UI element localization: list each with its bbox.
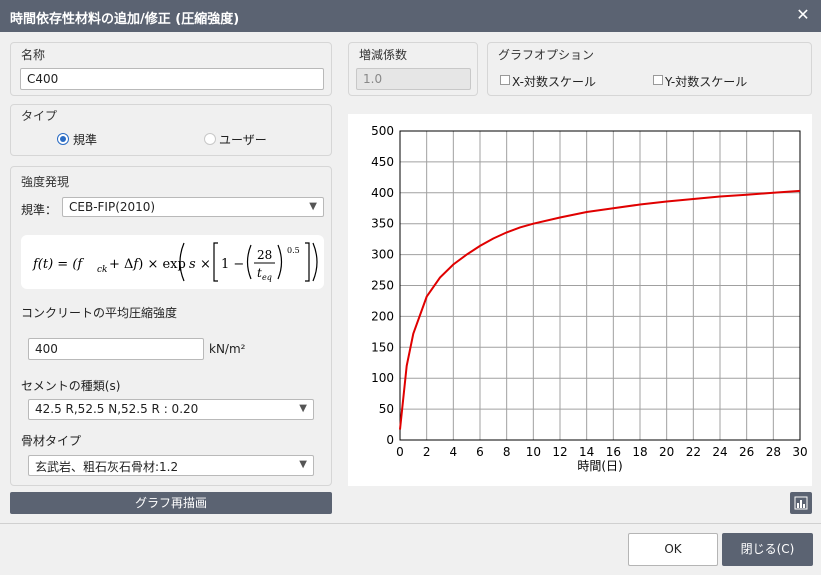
title-bar: 時間依存性材料の追加/修正 (圧縮強度) ✕ [0,0,821,32]
factor-input[interactable]: 1.0 [356,68,471,90]
x-tick-label: 30 [792,445,807,459]
svg-text:ck: ck [97,265,108,275]
strength-group: 強度発現 規準： CEB-FIP(2010) ▼ f(t) = (f ck + … [10,166,332,486]
divider [0,523,821,524]
x-tick-label: 16 [606,445,621,459]
radio-user[interactable] [204,133,216,145]
aggregate-select-value: 玄武岩、粗石灰石骨材:1.2 [35,460,179,474]
aggregate-select[interactable]: 玄武岩、粗石灰石骨材:1.2 ▼ [28,455,314,476]
y-log-label: Y-対数スケール [665,75,748,89]
x-tick-label: 12 [552,445,567,459]
strength-chart: 0 2 4 6 8 10 12 14 16 18 20 22 24 26 28 300501001502002… [371,124,808,473]
cement-select-value: 42.5 R,52.5 N,52.5 R : 0.20 [35,402,199,416]
x-tick-label: 22 [686,445,701,459]
x-axis-label: 時間(日) [577,459,622,473]
graph-options-label: グラフオプション [498,48,595,62]
svg-text:1 −: 1 − [221,257,244,272]
x-tick-label: 8 [503,445,511,459]
cement-select[interactable]: 42.5 R,52.5 N,52.5 R : 0.20 ▼ [28,399,314,420]
unit-label: kN/m² [209,342,246,356]
y-tick-label: 250 [371,279,394,293]
formula-image: f(t) = (f ck + Δf) × exp s × 1 − 28 t eq… [21,235,324,289]
svg-text:28: 28 [257,248,272,262]
formula-svg: f(t) = (f ck + Δf) × exp s × 1 − 28 t eq… [32,242,318,282]
mean-strength-label: コンクリートの平均圧縮強度 [21,306,178,320]
graph-options-group: グラフオプション X-対数スケール Y-対数スケール [487,42,812,96]
name-group: 名称 C400 [10,42,332,96]
type-group: タイプ 規準 ユーザー [10,104,332,156]
x-log-checkbox[interactable] [500,75,510,85]
chart-view-button[interactable] [790,492,812,514]
radio-standard-label: 規準 [73,133,98,147]
x-tick-label: 0 [396,445,404,459]
y-tick-label: 350 [371,217,394,231]
standard-select-value: CEB-FIP(2010) [69,200,156,214]
window-title: 時間依存性材料の追加/修正 (圧縮強度) [10,12,240,27]
y-tick-label: 500 [371,124,394,138]
svg-text:+ Δf) × exp: + Δf) × exp [109,257,186,272]
close-button[interactable]: 閉じる(C) [722,533,813,566]
y-tick-label: 50 [379,402,394,416]
x-tick-label: 6 [476,445,484,459]
strength-label: 強度発現 [21,175,70,189]
svg-text:0.5: 0.5 [287,246,300,255]
x-tick-label: 24 [712,445,727,459]
x-tick-label: 2 [423,445,431,459]
y-tick-label: 300 [371,248,394,262]
ok-button[interactable]: OK [628,533,718,566]
cement-label: セメントの種類(s) [21,379,121,393]
y-tick-label: 450 [371,155,394,169]
standard-label: 規準： [21,203,58,217]
x-log-label: X-対数スケール [512,75,596,89]
x-tick-label: 26 [739,445,754,459]
x-tick-label: 28 [766,445,781,459]
chart-panel: 0 2 4 6 8 10 12 14 16 18 20 22 24 26 28 30 0 50 100 150 200 2… [348,114,812,486]
radio-standard[interactable] [57,133,69,145]
standard-select[interactable]: CEB-FIP(2010) ▼ [62,197,324,217]
x-tick-label: 14 [579,445,594,459]
name-label: 名称 [21,48,46,62]
y-tick-label: 400 [371,186,394,200]
y-log-checkbox[interactable] [653,75,663,85]
chevron-down-icon: ▼ [299,459,307,470]
y-tick-label: 200 [371,309,394,323]
bar-chart-icon [794,496,808,510]
svg-text:×: × [200,257,211,272]
y-tick-label: 0 [386,433,394,447]
chevron-down-icon: ▼ [299,403,307,414]
x-tick-label: 4 [450,445,458,459]
aggregate-label: 骨材タイプ [21,434,82,448]
x-tick-label: 18 [632,445,647,459]
x-tick-label: 20 [659,445,674,459]
svg-text:eq: eq [262,273,272,282]
name-input[interactable]: C400 [20,68,324,90]
svg-text:s: s [189,257,196,272]
type-label: タイプ [21,109,58,123]
redraw-graph-button[interactable]: グラフ再描画 [10,492,332,514]
x-tick-label: 10 [526,445,541,459]
radio-user-label: ユーザー [219,133,267,147]
svg-text:f(t) = (f: f(t) = (f [32,257,84,272]
y-tick-label: 100 [371,371,394,385]
mean-strength-input[interactable]: 400 [28,338,204,360]
factor-label: 増減係数 [359,48,408,62]
close-icon[interactable]: ✕ [793,5,813,25]
chevron-down-icon: ▼ [309,201,317,212]
factor-group: 増減係数 1.0 [348,42,478,96]
y-tick-label: 150 [371,340,394,354]
